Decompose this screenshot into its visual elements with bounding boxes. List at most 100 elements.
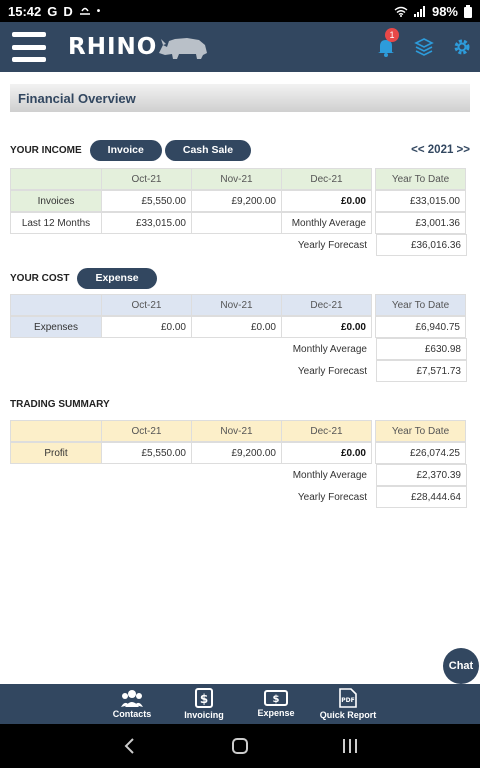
- back-icon[interactable]: [115, 731, 145, 761]
- bottom-navigation: Contacts $ Invoicing $ Expense PDF Quick…: [0, 684, 480, 724]
- income-table: Oct-21 Nov-21 Dec-21 Year To Date Invoic…: [10, 168, 470, 256]
- trading-header-blank: [10, 420, 102, 442]
- nav-contacts[interactable]: Contacts: [100, 684, 164, 724]
- invoices-label: Invoices: [10, 190, 102, 212]
- weather-icon: [79, 7, 90, 15]
- rhino-logo: RHINO: [68, 33, 211, 61]
- nav-quick-report-label: Quick Report: [319, 710, 377, 720]
- income-header-blank: [10, 168, 102, 190]
- income-value: £9,200.00: [191, 190, 282, 212]
- cost-header-row: Oct-21 Nov-21 Dec-21 Year To Date: [10, 294, 470, 316]
- chat-button[interactable]: Chat: [443, 648, 479, 684]
- invoice-button[interactable]: Invoice: [89, 139, 162, 161]
- svg-text:$: $: [273, 694, 280, 705]
- logo-text: RHINO: [68, 34, 158, 60]
- cost-section-label: YOUR COST: [10, 272, 70, 284]
- settings-gear-icon[interactable]: [452, 37, 472, 57]
- cost-forecast-row: Yearly Forecast £7,571.73: [10, 360, 470, 382]
- battery-icon: [464, 4, 472, 18]
- invoicing-icon: $: [195, 688, 213, 708]
- app-header: RHINO 1: [0, 22, 480, 72]
- page-title: Financial Overview: [18, 90, 136, 106]
- cost-header-blank: [10, 294, 102, 316]
- cost-month-header: Oct-21: [101, 294, 192, 316]
- cost-monthly-average-value: £630.98: [376, 338, 467, 360]
- trading-section-header: TRADING SUMMARY: [10, 392, 470, 416]
- home-icon[interactable]: [225, 731, 255, 761]
- income-month-header: Oct-21: [101, 168, 192, 190]
- dot-icon: •: [96, 5, 101, 17]
- income-month-header: Nov-21: [191, 168, 282, 190]
- status-google-icon: G: [47, 3, 58, 19]
- wifi-icon: [394, 6, 408, 17]
- trading-table: Oct-21 Nov-21 Dec-21 Year To Date Profit…: [10, 420, 470, 508]
- trading-ytd-value: £26,074.25: [375, 442, 466, 464]
- system-navigation-bar: [0, 724, 480, 768]
- layers-icon[interactable]: [414, 37, 434, 57]
- nav-invoicing[interactable]: $ Invoicing: [172, 684, 236, 724]
- svg-text:PDF: PDF: [341, 697, 354, 704]
- income-section-label: YOUR INCOME: [10, 144, 82, 156]
- income-monthly-average-value: £3,001.36: [375, 212, 466, 234]
- income-yearly-forecast-value: £36,016.36: [376, 234, 467, 256]
- cash-sale-button[interactable]: Cash Sale: [164, 139, 252, 161]
- income-forecast-row: Yearly Forecast £36,016.36: [10, 234, 470, 256]
- cost-ytd-value: £6,940.75: [375, 316, 466, 338]
- income-month-header: Dec-21: [281, 168, 372, 190]
- trading-yearly-forecast-value: £28,444.64: [376, 486, 467, 508]
- rhino-icon: [159, 38, 208, 59]
- nav-invoicing-label: Invoicing: [184, 710, 224, 720]
- year-navigation[interactable]: << 2021 >>: [411, 144, 470, 156]
- status-d-icon: D: [63, 3, 73, 19]
- notifications-bell-icon[interactable]: 1: [376, 28, 399, 57]
- income-value-current: £0.00: [281, 190, 372, 212]
- contacts-icon: [121, 690, 143, 707]
- cost-value-current: £0.00: [281, 316, 372, 338]
- income-header-row: Oct-21 Nov-21 Dec-21 Year To Date: [10, 168, 470, 190]
- income-invoices-row: Invoices £5,550.00 £9,200.00 £0.00 £33,0…: [10, 190, 470, 212]
- income-empty-cell: [191, 212, 282, 234]
- status-bar: 15:42 G D • 98%: [0, 0, 480, 22]
- last-12-months-value: £33,015.00: [101, 212, 192, 234]
- trading-forecast-row: Yearly Forecast £28,444.64: [10, 486, 470, 508]
- income-yearly-forecast-label: Yearly Forecast: [297, 239, 367, 251]
- menu-icon[interactable]: [12, 32, 46, 62]
- nav-contacts-label: Contacts: [112, 709, 152, 719]
- cost-value: £0.00: [191, 316, 282, 338]
- income-section-header: YOUR INCOME Invoice Cash Sale << 2021 >>: [10, 138, 470, 162]
- trading-average-row: Monthly Average £2,370.39: [10, 464, 470, 486]
- nav-expense[interactable]: $ Expense: [244, 684, 308, 724]
- cost-expenses-row: Expenses £0.00 £0.00 £0.00 £6,940.75: [10, 316, 470, 338]
- income-last12-row: Last 12 Months £33,015.00 Monthly Averag…: [10, 212, 470, 234]
- svg-text:$: $: [200, 692, 208, 706]
- recent-apps-icon[interactable]: [335, 731, 365, 761]
- battery-percent: 98%: [431, 3, 458, 19]
- trading-month-header: Nov-21: [191, 420, 282, 442]
- expense-button[interactable]: Expense: [77, 267, 157, 289]
- last-12-months-label: Last 12 Months: [10, 212, 102, 234]
- trading-value-current: £0.00: [281, 442, 372, 464]
- cost-value: £0.00: [101, 316, 192, 338]
- trading-profit-row: Profit £5,550.00 £9,200.00 £0.00 £26,074…: [10, 442, 470, 464]
- signal-icon: [413, 5, 425, 17]
- cost-monthly-average-label: Monthly Average: [292, 343, 367, 355]
- cost-yearly-forecast-value: £7,571.73: [376, 360, 467, 382]
- main-content: Financial Overview YOUR INCOME Invoice C…: [0, 72, 480, 684]
- trading-monthly-average-value: £2,370.39: [376, 464, 467, 486]
- nav-quick-report[interactable]: PDF Quick Report: [316, 684, 380, 724]
- cost-table: Oct-21 Nov-21 Dec-21 Year To Date Expens…: [10, 294, 470, 382]
- cost-average-row: Monthly Average £630.98: [10, 338, 470, 360]
- trading-ytd-header: Year To Date: [375, 420, 466, 442]
- pdf-report-icon: PDF: [339, 688, 357, 708]
- trading-monthly-average-label: Monthly Average: [292, 469, 367, 481]
- income-ytd-value: £33,015.00: [375, 190, 466, 212]
- trading-header-row: Oct-21 Nov-21 Dec-21 Year To Date: [10, 420, 470, 442]
